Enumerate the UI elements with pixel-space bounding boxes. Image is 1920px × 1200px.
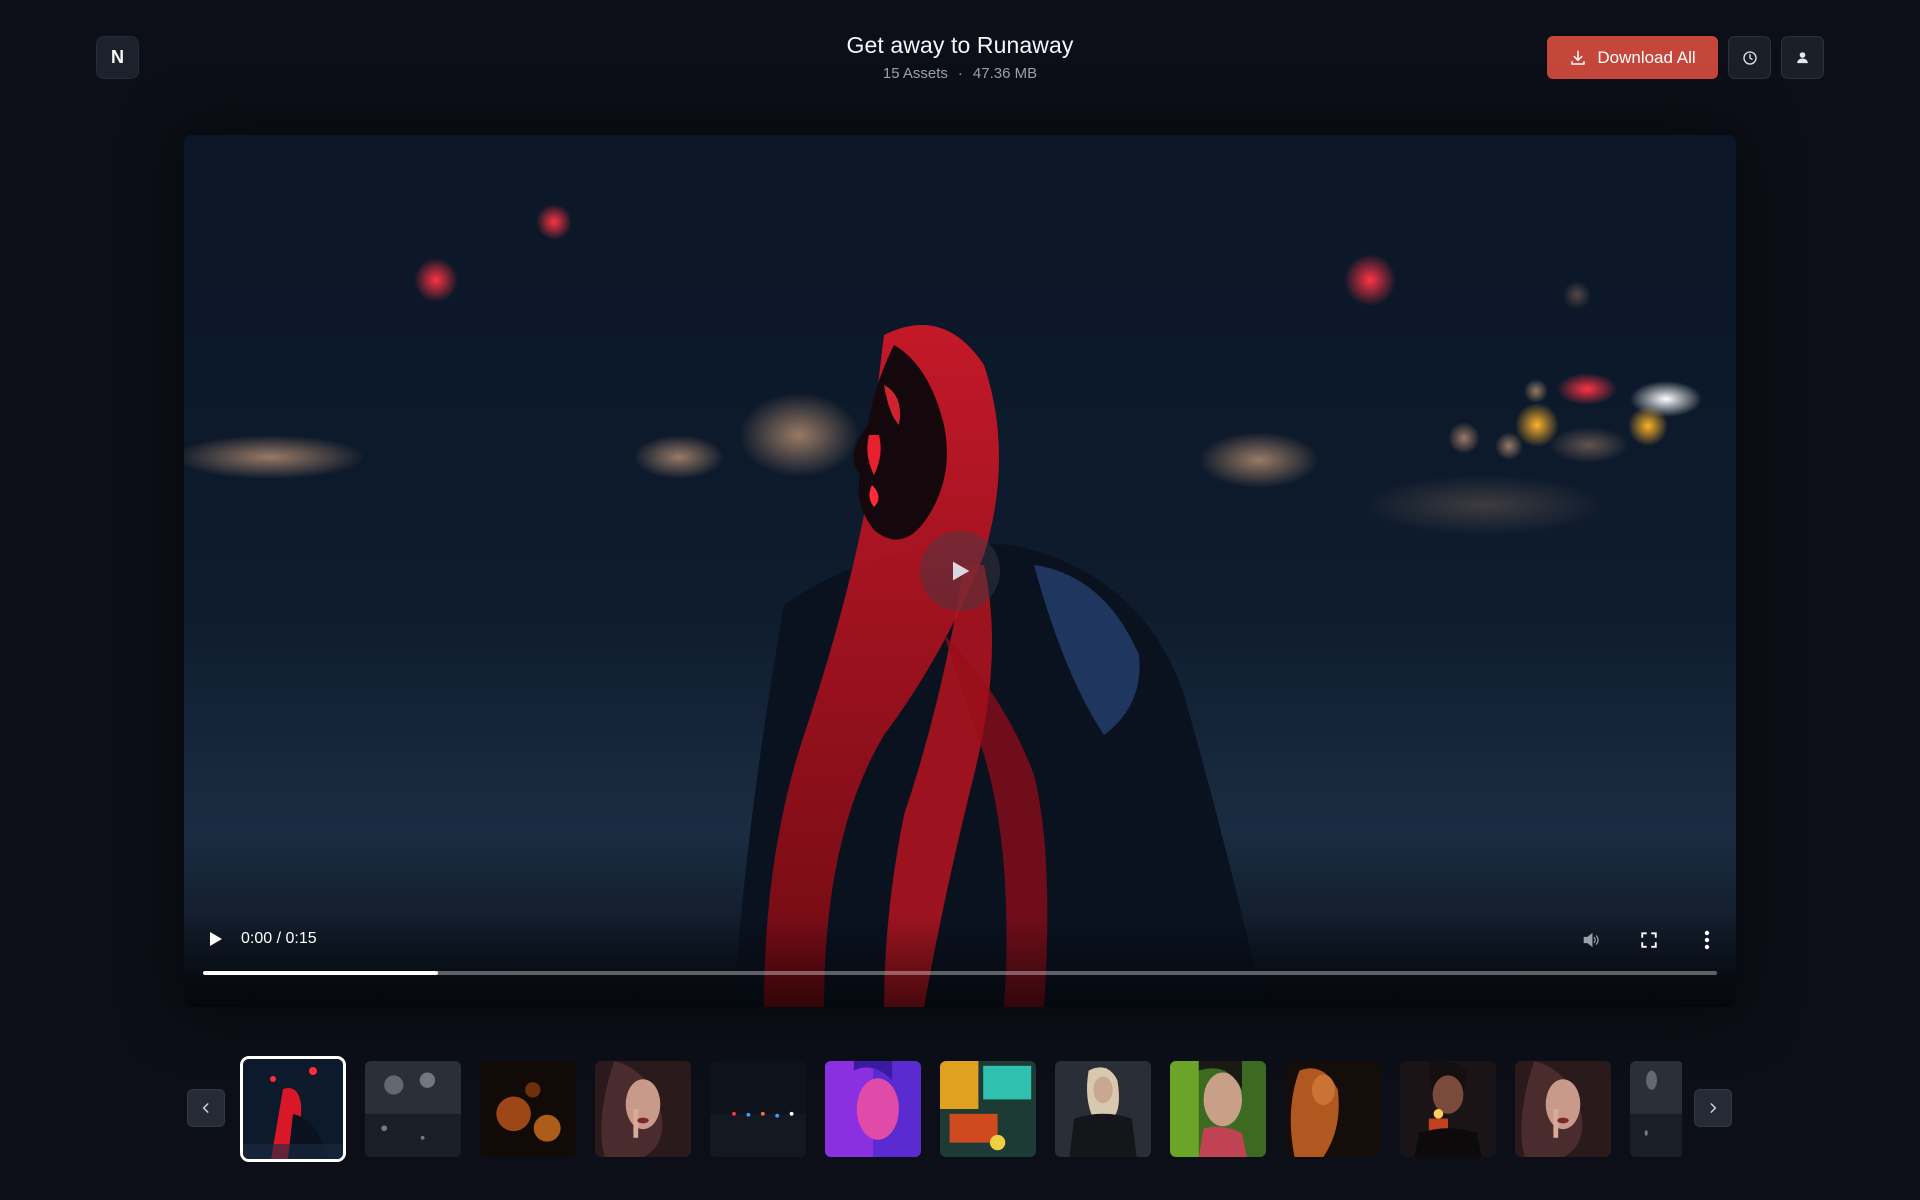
thumbnail-image: [1285, 1061, 1381, 1157]
thumbnail-orange-hair-dark[interactable]: [1285, 1061, 1381, 1157]
progress-fill: [203, 971, 438, 975]
thumbnail-image: [243, 1059, 343, 1159]
thumbnail-image: [480, 1061, 576, 1157]
chevron-left-icon: [202, 1103, 209, 1113]
title-block: Get away to Runaway 15 Assets · 47.36 MB: [760, 32, 1160, 82]
volume-icon: [1583, 932, 1599, 948]
thumbnail-rainy-window-partial[interactable]: [1630, 1061, 1682, 1157]
fullscreen-icon: [1641, 932, 1657, 948]
more-options-button[interactable]: [1694, 927, 1720, 953]
header: N Get away to Runaway 15 Assets · 47.36 MB…: [0, 0, 1920, 112]
video-controls: 0:00 / 0:15: [184, 915, 1736, 1007]
history-button[interactable]: [1728, 36, 1771, 79]
center-play-button[interactable]: [920, 531, 1000, 611]
asset-count: 15 Assets: [882, 65, 948, 82]
thumbnail-neon-red-portrait[interactable]: [240, 1056, 346, 1162]
thumbnail-rainy-window-lights[interactable]: [365, 1061, 461, 1157]
thumbnail-woman-finger-lips-2[interactable]: [1515, 1061, 1611, 1157]
progress-bar[interactable]: [203, 971, 1717, 975]
app-logo[interactable]: N: [96, 36, 139, 79]
thumbnail-image: [1170, 1061, 1266, 1157]
fullscreen-button[interactable]: [1636, 927, 1662, 953]
chevron-right-icon: [1710, 1103, 1717, 1113]
time-display: 0:00 / 0:15: [241, 930, 317, 947]
thumbnail-strip: [240, 1056, 1682, 1162]
clock-icon: [1742, 50, 1757, 65]
thumbnail-colorful-signs[interactable]: [940, 1061, 1036, 1157]
thumbnail-image: [365, 1061, 461, 1157]
play-icon: [210, 932, 222, 946]
video-player[interactable]: 0:00 / 0:15: [184, 135, 1736, 1007]
more-vertical-icon: [1704, 930, 1710, 950]
download-icon: [1571, 50, 1586, 65]
thumbnail-blonde-leather-jacket[interactable]: [1055, 1061, 1151, 1157]
user-icon: [1797, 52, 1808, 64]
thumbnail-purple-neon-face[interactable]: [825, 1061, 921, 1157]
thumbnail-woman-finger-lips[interactable]: [595, 1061, 691, 1157]
thumbnails-next-button[interactable]: [1694, 1089, 1732, 1127]
thumbnail-image: [595, 1061, 691, 1157]
thumbnail-image: [825, 1061, 921, 1157]
mute-button[interactable]: [1578, 927, 1604, 953]
page-title: Get away to Runaway: [846, 32, 1074, 58]
thumbnail-image: [1400, 1061, 1496, 1157]
thumbnail-image: [1515, 1061, 1611, 1157]
user-button[interactable]: [1781, 36, 1824, 79]
thumbnail-image: [940, 1061, 1036, 1157]
download-all-button[interactable]: Download All: [1547, 36, 1718, 79]
play-icon: [953, 561, 970, 581]
thumbnail-night-skyline[interactable]: [710, 1061, 806, 1157]
thumbnail-green-neon-profile[interactable]: [1170, 1061, 1266, 1157]
thumbnail-image: [710, 1061, 806, 1157]
play-pause-button[interactable]: [204, 927, 228, 951]
thumbnail-man-lighting-cigarette[interactable]: [1400, 1061, 1496, 1157]
thumbnail-image: [1055, 1061, 1151, 1157]
total-size: 47.36 MB: [972, 65, 1038, 82]
logo-letter: N: [111, 47, 124, 67]
meta-separator: ·: [957, 65, 963, 82]
asset-meta: 15 Assets · 47.36 MB: [760, 65, 1160, 82]
thumbnails-prev-button[interactable]: [187, 1089, 225, 1127]
download-all-label: Download All: [1597, 47, 1696, 67]
thumbnail-orange-bokeh[interactable]: [480, 1061, 576, 1157]
thumbnail-image: [1630, 1061, 1682, 1157]
